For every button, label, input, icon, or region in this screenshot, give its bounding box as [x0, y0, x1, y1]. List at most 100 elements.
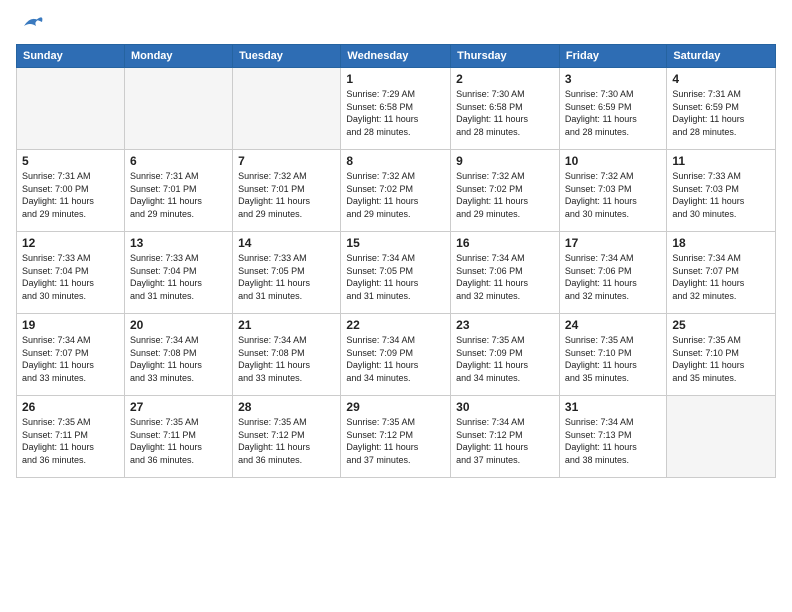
day-number: 28	[238, 400, 335, 414]
week-row-4: 19 Sunrise: 7:34 AM Sunset: 7:07 PM Dayli…	[17, 314, 776, 396]
day-number: 6	[130, 154, 227, 168]
day-number: 21	[238, 318, 335, 332]
day-cell: 14 Sunrise: 7:33 AM Sunset: 7:05 PM Dayli…	[233, 232, 341, 314]
day-number: 18	[672, 236, 770, 250]
header-sunday: Sunday	[17, 45, 125, 68]
header	[16, 12, 776, 36]
header-tuesday: Tuesday	[233, 45, 341, 68]
day-info: Sunrise: 7:35 AM Sunset: 7:11 PM Dayligh…	[22, 416, 119, 466]
day-number: 23	[456, 318, 554, 332]
day-number: 2	[456, 72, 554, 86]
logo	[16, 12, 50, 36]
day-number: 30	[456, 400, 554, 414]
day-number: 9	[456, 154, 554, 168]
day-cell: 21 Sunrise: 7:34 AM Sunset: 7:08 PM Dayli…	[233, 314, 341, 396]
day-number: 7	[238, 154, 335, 168]
day-info: Sunrise: 7:33 AM Sunset: 7:04 PM Dayligh…	[130, 252, 227, 302]
day-cell: 1Sunrise: 7:29 AM Sunset: 6:58 PM Daylig…	[341, 68, 451, 150]
day-cell: 7 Sunrise: 7:32 AM Sunset: 7:01 PM Daylig…	[233, 150, 341, 232]
day-info: Sunrise: 7:34 AM Sunset: 7:08 PM Dayligh…	[130, 334, 227, 384]
day-cell: 28 Sunrise: 7:35 AM Sunset: 7:12 PM Dayli…	[233, 396, 341, 478]
day-info: Sunrise: 7:31 AM Sunset: 6:59 PM Dayligh…	[672, 88, 770, 138]
day-info: Sunrise: 7:30 AM Sunset: 6:59 PM Dayligh…	[565, 88, 661, 138]
calendar: SundayMondayTuesdayWednesdayThursdayFrid…	[16, 44, 776, 478]
day-info: Sunrise: 7:35 AM Sunset: 7:11 PM Dayligh…	[130, 416, 227, 466]
day-cell	[667, 396, 776, 478]
day-number: 14	[238, 236, 335, 250]
day-cell: 2Sunrise: 7:30 AM Sunset: 6:58 PM Daylig…	[451, 68, 560, 150]
day-number: 20	[130, 318, 227, 332]
day-cell: 11 Sunrise: 7:33 AM Sunset: 7:03 PM Dayli…	[667, 150, 776, 232]
day-info: Sunrise: 7:33 AM Sunset: 7:03 PM Dayligh…	[672, 170, 770, 220]
day-number: 19	[22, 318, 119, 332]
header-monday: Monday	[124, 45, 232, 68]
day-cell: 8Sunrise: 7:32 AM Sunset: 7:02 PM Daylig…	[341, 150, 451, 232]
week-row-1: 1Sunrise: 7:29 AM Sunset: 6:58 PM Daylig…	[17, 68, 776, 150]
day-info: Sunrise: 7:35 AM Sunset: 7:12 PM Dayligh…	[346, 416, 445, 466]
day-cell: 27 Sunrise: 7:35 AM Sunset: 7:11 PM Dayli…	[124, 396, 232, 478]
day-info: Sunrise: 7:35 AM Sunset: 7:12 PM Dayligh…	[238, 416, 335, 466]
calendar-header: SundayMondayTuesdayWednesdayThursdayFrid…	[17, 45, 776, 68]
day-number: 11	[672, 154, 770, 168]
day-number: 13	[130, 236, 227, 250]
day-cell: 24Sunrise: 7:35 AM Sunset: 7:10 PM Dayli…	[559, 314, 666, 396]
day-info: Sunrise: 7:35 AM Sunset: 7:10 PM Dayligh…	[565, 334, 661, 384]
logo-icon	[16, 12, 46, 36]
day-info: Sunrise: 7:34 AM Sunset: 7:07 PM Dayligh…	[672, 252, 770, 302]
day-info: Sunrise: 7:34 AM Sunset: 7:08 PM Dayligh…	[238, 334, 335, 384]
day-info: Sunrise: 7:35 AM Sunset: 7:09 PM Dayligh…	[456, 334, 554, 384]
day-cell: 16 Sunrise: 7:34 AM Sunset: 7:06 PM Dayli…	[451, 232, 560, 314]
day-info: Sunrise: 7:33 AM Sunset: 7:04 PM Dayligh…	[22, 252, 119, 302]
day-number: 4	[672, 72, 770, 86]
day-cell: 9 Sunrise: 7:32 AM Sunset: 7:02 PM Daylig…	[451, 150, 560, 232]
day-info: Sunrise: 7:32 AM Sunset: 7:02 PM Dayligh…	[456, 170, 554, 220]
day-cell: 29 Sunrise: 7:35 AM Sunset: 7:12 PM Dayli…	[341, 396, 451, 478]
day-cell: 30 Sunrise: 7:34 AM Sunset: 7:12 PM Dayli…	[451, 396, 560, 478]
day-cell: 3 Sunrise: 7:30 AM Sunset: 6:59 PM Daylig…	[559, 68, 666, 150]
day-number: 25	[672, 318, 770, 332]
day-number: 8	[346, 154, 445, 168]
week-row-3: 12 Sunrise: 7:33 AM Sunset: 7:04 PM Dayli…	[17, 232, 776, 314]
day-cell: 17 Sunrise: 7:34 AM Sunset: 7:06 PM Dayli…	[559, 232, 666, 314]
day-cell: 19 Sunrise: 7:34 AM Sunset: 7:07 PM Dayli…	[17, 314, 125, 396]
day-cell: 26 Sunrise: 7:35 AM Sunset: 7:11 PM Dayli…	[17, 396, 125, 478]
day-number: 3	[565, 72, 661, 86]
day-info: Sunrise: 7:35 AM Sunset: 7:10 PM Dayligh…	[672, 334, 770, 384]
day-number: 15	[346, 236, 445, 250]
day-info: Sunrise: 7:29 AM Sunset: 6:58 PM Dayligh…	[346, 88, 445, 138]
header-saturday: Saturday	[667, 45, 776, 68]
page: SundayMondayTuesdayWednesdayThursdayFrid…	[0, 0, 792, 612]
day-cell: 18 Sunrise: 7:34 AM Sunset: 7:07 PM Dayli…	[667, 232, 776, 314]
day-info: Sunrise: 7:33 AM Sunset: 7:05 PM Dayligh…	[238, 252, 335, 302]
day-info: Sunrise: 7:34 AM Sunset: 7:09 PM Dayligh…	[346, 334, 445, 384]
day-number: 26	[22, 400, 119, 414]
day-number: 27	[130, 400, 227, 414]
day-cell: 12 Sunrise: 7:33 AM Sunset: 7:04 PM Dayli…	[17, 232, 125, 314]
day-cell: 4 Sunrise: 7:31 AM Sunset: 6:59 PM Daylig…	[667, 68, 776, 150]
day-info: Sunrise: 7:32 AM Sunset: 7:01 PM Dayligh…	[238, 170, 335, 220]
day-cell	[233, 68, 341, 150]
day-info: Sunrise: 7:34 AM Sunset: 7:06 PM Dayligh…	[456, 252, 554, 302]
day-cell: 31Sunrise: 7:34 AM Sunset: 7:13 PM Dayli…	[559, 396, 666, 478]
day-number: 16	[456, 236, 554, 250]
day-number: 29	[346, 400, 445, 414]
week-row-5: 26 Sunrise: 7:35 AM Sunset: 7:11 PM Dayli…	[17, 396, 776, 478]
day-info: Sunrise: 7:34 AM Sunset: 7:06 PM Dayligh…	[565, 252, 661, 302]
day-info: Sunrise: 7:32 AM Sunset: 7:03 PM Dayligh…	[565, 170, 661, 220]
day-info: Sunrise: 7:34 AM Sunset: 7:13 PM Dayligh…	[565, 416, 661, 466]
day-cell	[17, 68, 125, 150]
day-info: Sunrise: 7:34 AM Sunset: 7:07 PM Dayligh…	[22, 334, 119, 384]
day-cell: 10 Sunrise: 7:32 AM Sunset: 7:03 PM Dayli…	[559, 150, 666, 232]
day-info: Sunrise: 7:34 AM Sunset: 7:05 PM Dayligh…	[346, 252, 445, 302]
day-info: Sunrise: 7:34 AM Sunset: 7:12 PM Dayligh…	[456, 416, 554, 466]
day-number: 17	[565, 236, 661, 250]
day-cell: 6Sunrise: 7:31 AM Sunset: 7:01 PM Daylig…	[124, 150, 232, 232]
day-number: 10	[565, 154, 661, 168]
day-cell: 5 Sunrise: 7:31 AM Sunset: 7:00 PM Daylig…	[17, 150, 125, 232]
day-number: 5	[22, 154, 119, 168]
header-thursday: Thursday	[451, 45, 560, 68]
header-friday: Friday	[559, 45, 666, 68]
day-number: 12	[22, 236, 119, 250]
day-cell: 15 Sunrise: 7:34 AM Sunset: 7:05 PM Dayli…	[341, 232, 451, 314]
day-info: Sunrise: 7:31 AM Sunset: 7:00 PM Dayligh…	[22, 170, 119, 220]
